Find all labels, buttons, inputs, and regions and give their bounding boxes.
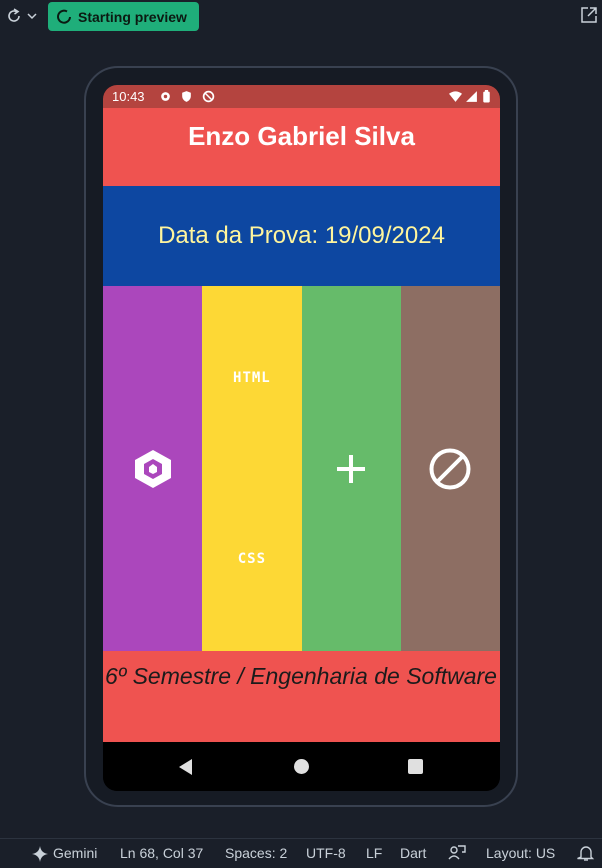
loading-spinner-icon xyxy=(57,9,71,24)
chevron-down-icon[interactable] xyxy=(27,11,37,21)
gemini-status[interactable]: Gemini xyxy=(53,845,97,861)
block-icon xyxy=(429,448,471,490)
preview-status-label: Starting preview xyxy=(78,8,187,25)
recents-icon[interactable] xyxy=(408,759,423,774)
android-nav-bar xyxy=(103,742,500,791)
semester-footer: 6º Semestre / Engenharia de Software xyxy=(103,651,500,742)
exam-date-text: Data da Prova: 19/09/2024 xyxy=(158,222,445,249)
preview-toolbar: Starting preview xyxy=(0,0,602,34)
keyboard-layout[interactable]: Layout: US xyxy=(486,845,555,861)
battery-icon xyxy=(483,90,490,103)
signal-icon xyxy=(466,91,477,102)
exam-date-banner: Data da Prova: 19/09/2024 xyxy=(103,186,500,286)
ide-status-bar: Gemini Ln 68, Col 37 Spaces: 2 UTF-8 LF … xyxy=(0,838,602,868)
cube-icon xyxy=(135,450,171,488)
column-cube xyxy=(103,286,203,651)
column-plus xyxy=(301,286,401,651)
cursor-position[interactable]: Ln 68, Col 37 xyxy=(120,845,203,861)
indentation-setting[interactable]: Spaces: 2 xyxy=(225,845,287,861)
feedback-icon[interactable] xyxy=(448,844,466,862)
reload-icon[interactable] xyxy=(5,7,23,25)
home-icon[interactable] xyxy=(294,759,309,774)
plus-icon xyxy=(336,455,365,483)
encoding-setting[interactable]: UTF-8 xyxy=(306,845,346,861)
column-block xyxy=(400,286,500,651)
html-label: HTML xyxy=(233,370,271,386)
data-saver-icon xyxy=(202,90,215,103)
student-name-header: Enzo Gabriel Silva xyxy=(103,108,500,186)
language-mode[interactable]: Dart xyxy=(400,845,426,861)
column-html-css: HTML CSS xyxy=(202,286,302,651)
eol-setting[interactable]: LF xyxy=(366,845,382,861)
android-status-bar: 10:43 xyxy=(103,85,500,108)
back-icon[interactable] xyxy=(179,759,192,775)
open-external-icon[interactable] xyxy=(580,6,598,24)
color-columns-row: HTML CSS xyxy=(103,286,500,651)
status-time: 10:43 xyxy=(112,89,145,104)
settings-gear-icon xyxy=(161,92,170,101)
sparkle-icon xyxy=(32,846,48,862)
device-screen: 10:43 Enzo Gabriel Silva Data da Prova: … xyxy=(103,85,500,791)
css-label: CSS xyxy=(237,551,267,567)
wifi-icon xyxy=(449,91,462,102)
notification-bell-icon[interactable] xyxy=(577,844,595,862)
starting-preview-badge: Starting preview xyxy=(48,2,199,31)
shield-icon xyxy=(182,91,191,102)
